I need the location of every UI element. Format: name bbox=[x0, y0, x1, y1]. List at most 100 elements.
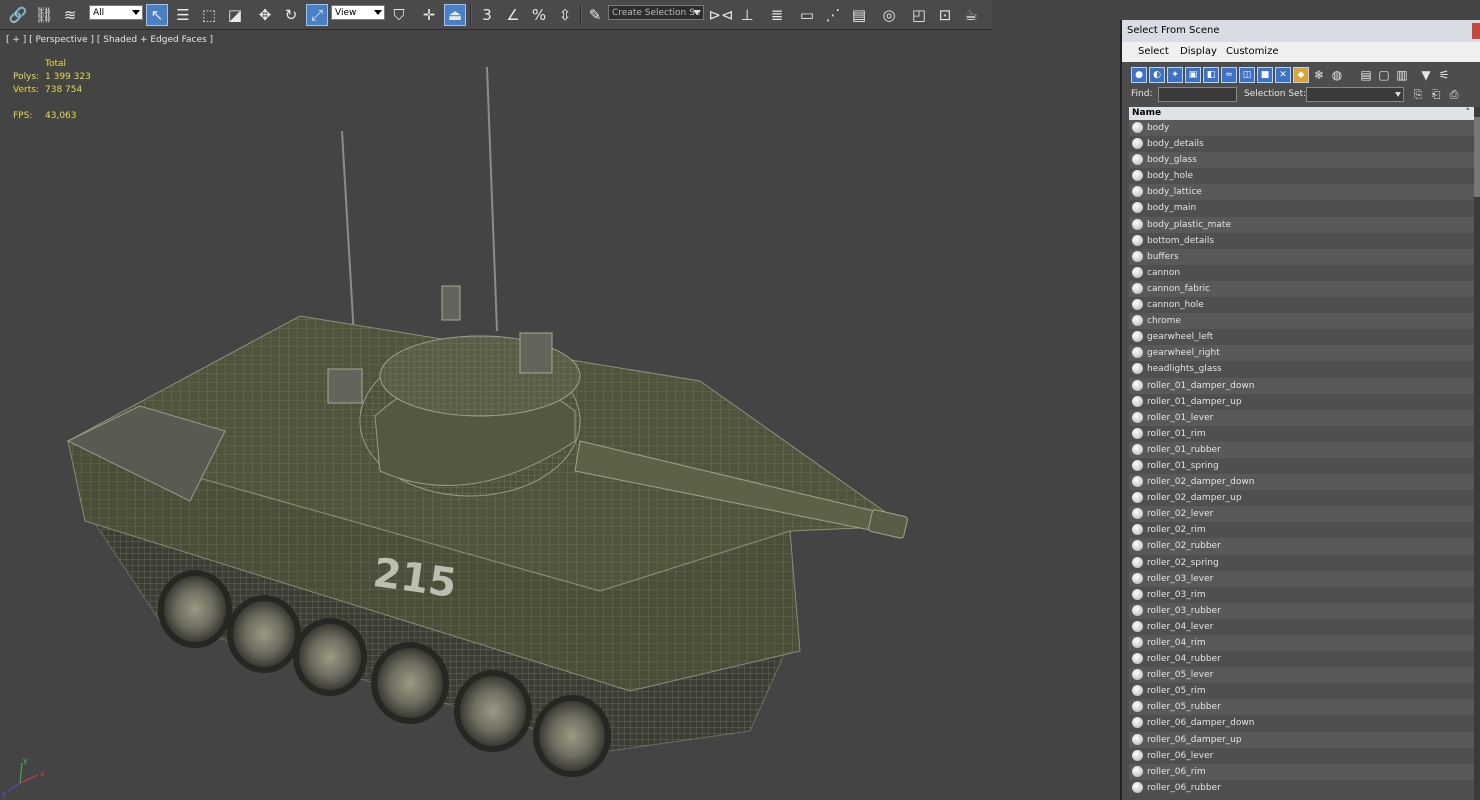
snaps-toggle-icon[interactable]: 3 bbox=[476, 4, 498, 26]
list-item[interactable]: roller_05_lever bbox=[1129, 667, 1474, 684]
display-helpers-icon[interactable]: ◧ bbox=[1203, 67, 1219, 83]
spinner-snap-toggle-icon[interactable]: ⇳ bbox=[554, 4, 576, 26]
list-item[interactable]: roller_06_lever bbox=[1129, 747, 1474, 764]
display-groups-icon[interactable]: ◫ bbox=[1239, 67, 1255, 83]
list-item[interactable]: roller_03_rim bbox=[1129, 586, 1474, 603]
list-item[interactable]: body_plastic_mate bbox=[1129, 216, 1474, 233]
list-item[interactable]: roller_06_damper_up bbox=[1129, 731, 1474, 748]
add-to-selection-set-icon[interactable]: ⎗ bbox=[1428, 86, 1444, 102]
list-item[interactable]: bottom_details bbox=[1129, 232, 1474, 249]
edit-named-selection-icon[interactable]: ✎ bbox=[584, 4, 606, 26]
curve-editor-icon[interactable]: ⋰ bbox=[822, 4, 844, 26]
list-item[interactable]: roller_02_spring bbox=[1129, 554, 1474, 571]
list-item[interactable]: cannon_fabric bbox=[1129, 280, 1474, 298]
list-item[interactable]: roller_02_damper_up bbox=[1129, 490, 1474, 507]
rendered-frame-window-icon[interactable]: ⊡ bbox=[934, 4, 956, 26]
display-all-icon[interactable]: ▤ bbox=[1358, 67, 1374, 83]
list-item[interactable]: roller_06_rim bbox=[1129, 763, 1474, 780]
render-setup-icon[interactable]: ◰ bbox=[908, 4, 930, 26]
selection-set-dropdown[interactable] bbox=[1306, 87, 1404, 102]
scrollbar-thumb[interactable] bbox=[1474, 117, 1480, 197]
list-item[interactable]: roller_04_lever bbox=[1129, 618, 1474, 635]
list-item[interactable]: roller_06_damper_down bbox=[1129, 715, 1474, 732]
unlink-selection-icon[interactable]: ⛓ bbox=[33, 4, 55, 26]
display-frozen-icon[interactable]: ❄ bbox=[1311, 67, 1327, 83]
list-item[interactable]: roller_01_rubber bbox=[1129, 441, 1474, 458]
display-none-icon[interactable]: ▢ bbox=[1376, 67, 1392, 83]
list-item[interactable]: roller_02_rim bbox=[1129, 522, 1474, 539]
schematic-view-icon[interactable]: ▤ bbox=[848, 4, 870, 26]
display-lights-icon[interactable]: ✦ bbox=[1167, 67, 1183, 83]
rectangular-selection-icon[interactable]: ⬚ bbox=[198, 4, 220, 26]
list-item[interactable]: body_details bbox=[1129, 136, 1474, 153]
list-item[interactable]: roller_02_rubber bbox=[1129, 538, 1474, 555]
display-xrefs-icon[interactable]: ■ bbox=[1257, 67, 1273, 83]
display-containers-icon[interactable]: ◆ bbox=[1293, 67, 1309, 83]
list-item[interactable]: roller_01_rim bbox=[1129, 425, 1474, 442]
list-item[interactable]: gearwheel_right bbox=[1129, 345, 1474, 362]
list-item[interactable]: gearwheel_left bbox=[1129, 329, 1474, 346]
filter-options-icon[interactable]: ⚟ bbox=[1436, 67, 1452, 83]
render-production-icon[interactable]: ☕ bbox=[960, 4, 982, 26]
close-icon[interactable] bbox=[1472, 23, 1480, 39]
display-hidden-icon[interactable]: ◍ bbox=[1329, 67, 1345, 83]
list-item[interactable]: roller_06_rubber bbox=[1129, 779, 1474, 796]
select-and-rotate-icon[interactable]: ↻ bbox=[280, 4, 302, 26]
selection-filter-dropdown[interactable]: All bbox=[89, 5, 143, 20]
keyboard-shortcut-override-icon[interactable]: ⏏ bbox=[444, 4, 466, 26]
list-item[interactable]: body_main bbox=[1129, 200, 1474, 217]
remove-from-selection-set-icon[interactable]: ⎙ bbox=[1446, 86, 1462, 102]
display-space-warps-icon[interactable]: ≈ bbox=[1221, 67, 1237, 83]
pivot-center-icon[interactable]: ⛉ bbox=[388, 4, 410, 26]
display-shapes-icon[interactable]: ◐ bbox=[1149, 67, 1165, 83]
list-item[interactable]: roller_01_spring bbox=[1129, 457, 1474, 475]
select-manipulate-icon[interactable]: ✛ bbox=[418, 4, 440, 26]
list-item[interactable]: body_lattice bbox=[1129, 184, 1474, 201]
toggle-ribbon-icon[interactable]: ▭ bbox=[796, 4, 818, 26]
select-and-link-icon[interactable]: 🔗 bbox=[7, 4, 29, 26]
perspective-viewport[interactable]: 215 x y z [ + ] [ Perspective ] [ Shaded… bbox=[0, 31, 1120, 800]
list-item[interactable]: roller_04_rubber bbox=[1129, 651, 1474, 668]
list-item[interactable]: roller_01_lever bbox=[1129, 409, 1474, 426]
list-item[interactable]: body_hole bbox=[1129, 168, 1474, 185]
list-item[interactable]: roller_05_rim bbox=[1129, 683, 1474, 700]
material-editor-icon[interactable]: ◎ bbox=[878, 4, 900, 26]
list-item[interactable]: roller_01_damper_up bbox=[1129, 393, 1474, 410]
object-list-scrollbar[interactable] bbox=[1474, 107, 1480, 800]
list-item[interactable]: roller_03_rubber bbox=[1129, 602, 1474, 619]
list-item[interactable]: roller_01_damper_down bbox=[1129, 377, 1474, 394]
filter-icon[interactable]: ▼ bbox=[1418, 67, 1434, 83]
select-by-name-icon[interactable]: ☰ bbox=[172, 4, 194, 26]
list-item[interactable]: roller_04_rim bbox=[1129, 635, 1474, 652]
find-input[interactable] bbox=[1158, 87, 1237, 102]
bind-to-space-warp-icon[interactable]: ≋ bbox=[59, 4, 81, 26]
list-item[interactable]: roller_02_damper_down bbox=[1129, 474, 1474, 491]
percent-snap-toggle-icon[interactable]: % bbox=[528, 4, 550, 26]
named-selection-dropdown[interactable]: Create Selection Se bbox=[608, 5, 704, 20]
list-item[interactable]: chrome bbox=[1129, 313, 1474, 330]
dialog-title-bar[interactable]: Select From Scene bbox=[1122, 20, 1480, 42]
align-icon[interactable]: ⊥ bbox=[736, 4, 758, 26]
display-invert-icon[interactable]: ▥ bbox=[1394, 67, 1410, 83]
display-geometry-icon[interactable]: ● bbox=[1131, 67, 1147, 83]
list-item[interactable]: roller_05_rubber bbox=[1129, 699, 1474, 716]
list-item[interactable]: cannon bbox=[1129, 264, 1474, 281]
select-and-scale-icon[interactable]: ⤢ bbox=[306, 4, 328, 26]
create-selection-set-icon[interactable]: ⎘ bbox=[1410, 86, 1426, 102]
list-item[interactable]: body_glass bbox=[1129, 152, 1474, 169]
list-item[interactable]: body bbox=[1129, 120, 1474, 137]
mirror-icon[interactable]: ⊳⊲ bbox=[708, 4, 733, 26]
viewport-label[interactable]: [ + ] [ Perspective ] [ Shaded + Edged F… bbox=[6, 35, 213, 45]
display-cameras-icon[interactable]: ▣ bbox=[1185, 67, 1201, 83]
window-crossing-icon[interactable]: ◪ bbox=[224, 4, 246, 26]
reference-coordinate-dropdown[interactable]: View bbox=[331, 5, 385, 20]
list-item[interactable]: roller_02_lever bbox=[1129, 506, 1474, 523]
menu-select[interactable]: Select bbox=[1138, 46, 1169, 57]
menu-display[interactable]: Display bbox=[1180, 46, 1217, 57]
select-object-icon[interactable]: ↖ bbox=[146, 4, 168, 26]
layer-manager-icon[interactable]: ≣ bbox=[766, 4, 788, 26]
list-item[interactable]: headlights_glass bbox=[1129, 361, 1474, 378]
display-bones-icon[interactable]: ✕ bbox=[1275, 67, 1291, 83]
name-column-header[interactable]: Name ˄ bbox=[1129, 107, 1474, 120]
list-item[interactable]: cannon_hole bbox=[1129, 297, 1474, 314]
